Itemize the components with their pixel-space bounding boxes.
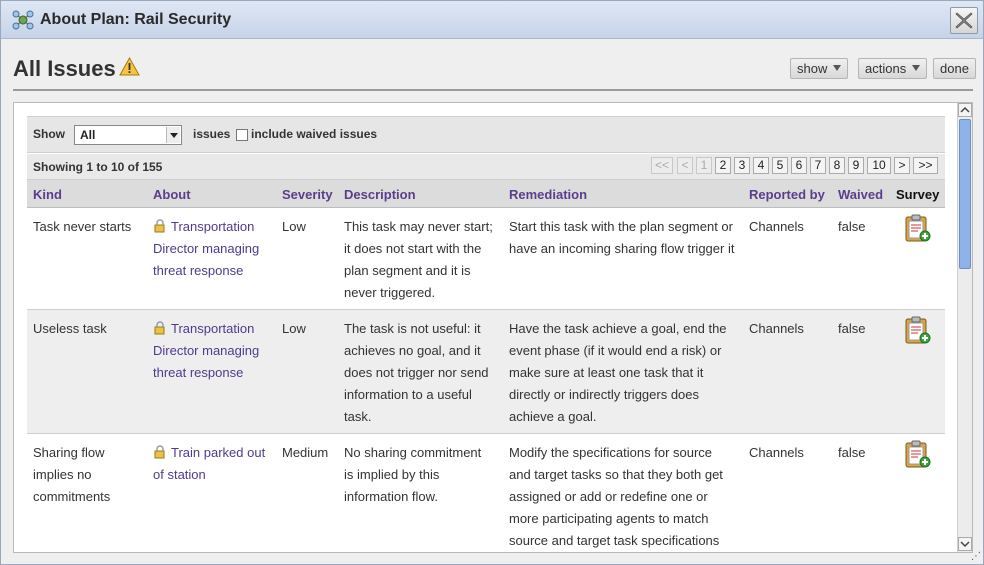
header-divider	[13, 89, 973, 91]
title-bar: About Plan: Rail Security	[1, 1, 983, 39]
chevron-down-icon	[166, 127, 180, 143]
page-button-8[interactable]: 8	[829, 157, 845, 174]
column-kind[interactable]: Kind	[33, 187, 62, 202]
show-filter-label: Show	[33, 127, 65, 141]
next-page-button[interactable]: >	[894, 157, 910, 174]
chevron-down-icon	[833, 65, 842, 71]
actions-label: actions	[865, 61, 907, 76]
issue-kind: Task never starts	[33, 219, 132, 234]
column-reported-by[interactable]: Reported by	[749, 187, 825, 202]
issue-reported-by: Channels	[749, 445, 804, 460]
issue-type-value: All	[80, 128, 96, 142]
issue-about-link[interactable]: Transportation Director managing threat …	[153, 216, 275, 282]
done-button[interactable]: done	[933, 58, 976, 79]
issue-severity: Low	[282, 321, 306, 336]
issue-waived: false	[838, 321, 866, 336]
prev-page-button[interactable]: <	[677, 157, 693, 174]
page-button-2[interactable]: 2	[715, 157, 731, 174]
page-button-9[interactable]: 9	[848, 157, 864, 174]
clipboard-add-icon[interactable]	[904, 439, 932, 469]
pagination-bar: Showing 1 to 10 of 155 << < 1 2 3 4 5 6 …	[27, 154, 945, 180]
include-waived-label: include waived issues	[251, 127, 378, 141]
issues-panel: Show All issues include waived issues Sh…	[13, 102, 973, 553]
page-button-7[interactable]: 7	[810, 157, 826, 174]
chevron-down-icon	[912, 65, 921, 71]
about-plan-dialog: About Plan: Rail Security All Issues sho…	[0, 0, 984, 565]
vertical-scrollbar[interactable]	[957, 103, 972, 552]
show-label: show	[797, 61, 828, 76]
close-button[interactable]	[950, 7, 978, 34]
issue-about-link[interactable]: Transportation Director managing threat …	[153, 318, 275, 384]
chevron-down-icon	[960, 541, 970, 548]
table-row: Sharing flow implies no commitments Trai…	[27, 434, 945, 552]
column-about[interactable]: About	[153, 187, 191, 202]
include-waived-checkbox[interactable]	[236, 129, 248, 141]
column-survey: Survey	[896, 187, 940, 202]
result-summary: Showing 1 to 10 of 155	[33, 160, 163, 174]
warning-icon	[119, 57, 140, 76]
first-page-button[interactable]: <<	[651, 157, 673, 174]
issues-label: issues	[193, 127, 231, 141]
issue-description: No sharing commitment is implied by this…	[344, 445, 482, 504]
issue-kind: Sharing flow implies no commitments	[33, 445, 111, 504]
issue-about-text: Transportation Director managing threat …	[153, 321, 260, 380]
issue-about-text: Train parked out of station	[153, 445, 266, 482]
lock-icon	[154, 321, 165, 335]
column-severity[interactable]: Severity	[282, 187, 333, 202]
window-title: About Plan: Rail Security	[40, 11, 232, 28]
issue-about-link[interactable]: Train parked out of station	[153, 442, 275, 486]
page-button-10[interactable]: 10	[867, 157, 891, 174]
issue-reported-by: Channels	[749, 321, 804, 336]
issue-type-select[interactable]: All	[74, 125, 182, 145]
scroll-thumb[interactable]	[959, 119, 971, 269]
molecule-icon	[12, 10, 34, 30]
actions-menu-button[interactable]: actions	[858, 58, 928, 79]
last-page-button[interactable]: >>	[913, 157, 938, 174]
filter-bar: Show All issues include waived issues	[27, 116, 945, 153]
page-button-4[interactable]: 4	[753, 157, 769, 174]
issue-severity: Medium	[282, 445, 329, 460]
scroll-up-button[interactable]	[958, 103, 972, 117]
column-description[interactable]: Description	[344, 187, 416, 202]
issue-severity: Low	[282, 219, 306, 234]
issue-kind: Useless task	[33, 321, 107, 336]
issue-reported-by: Channels	[749, 219, 804, 234]
page-title: All Issues	[13, 56, 116, 81]
clipboard-add-icon[interactable]	[904, 315, 932, 345]
lock-icon	[154, 445, 165, 459]
issue-description: This task may never start; it does not s…	[344, 219, 493, 300]
clipboard-add-icon[interactable]	[904, 213, 932, 243]
scroll-down-button[interactable]	[958, 537, 972, 551]
issue-description: The task is not useful: it achieves no g…	[344, 321, 489, 424]
page-button-1[interactable]: 1	[696, 157, 712, 174]
page-button-5[interactable]: 5	[772, 157, 788, 174]
table-row: Useless task Transportation Director man…	[27, 310, 945, 434]
issue-waived: false	[838, 219, 866, 234]
table-header: Kind About Severity Description Remediat…	[27, 180, 945, 208]
issue-remediation: Have the task achieve a goal, end the ev…	[509, 321, 727, 424]
table-row: Task never starts Transportation Directo…	[27, 208, 945, 310]
issue-remediation: Modify the specifications for source and…	[509, 445, 723, 548]
page-button-6[interactable]: 6	[791, 157, 807, 174]
resize-grip-icon[interactable]: ⋰	[971, 551, 981, 562]
column-remediation[interactable]: Remediation	[509, 187, 587, 202]
column-waived[interactable]: Waived	[838, 187, 883, 202]
show-menu-button[interactable]: show	[790, 58, 849, 79]
page-button-3[interactable]: 3	[734, 157, 750, 174]
close-icon	[955, 12, 973, 29]
chevron-up-icon	[960, 106, 970, 113]
issue-about-text: Transportation Director managing threat …	[153, 219, 260, 278]
issue-waived: false	[838, 445, 866, 460]
lock-icon	[154, 219, 165, 233]
issue-remediation: Start this task with the plan segment or…	[509, 219, 735, 256]
